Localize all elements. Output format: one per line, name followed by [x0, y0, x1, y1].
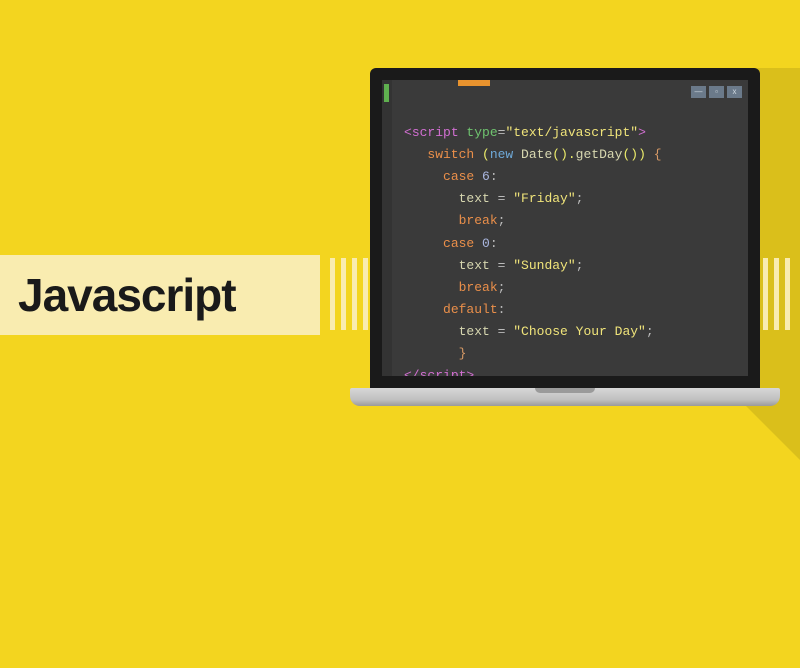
- decorative-stripes-left: [330, 258, 368, 330]
- title-banner: Javascript: [0, 255, 320, 335]
- laptop-illustration: — ▫ x <script type="text/javascript"> sw…: [370, 68, 760, 406]
- editor-gutter: [382, 80, 392, 376]
- window-controls: — ▫ x: [691, 86, 742, 98]
- editor-tab-indicator: [458, 80, 490, 86]
- laptop-base: [350, 388, 780, 406]
- maximize-icon[interactable]: ▫: [709, 86, 724, 98]
- laptop-bezel: — ▫ x <script type="text/javascript"> sw…: [370, 68, 760, 388]
- code-block: <script type="text/javascript"> switch (…: [404, 100, 662, 376]
- laptop-notch: [535, 388, 595, 393]
- minimize-icon[interactable]: —: [691, 86, 706, 98]
- code-editor-screen: — ▫ x <script type="text/javascript"> sw…: [382, 80, 748, 376]
- page-title: Javascript: [18, 268, 236, 322]
- close-icon[interactable]: x: [727, 86, 742, 98]
- gutter-marker: [384, 84, 389, 102]
